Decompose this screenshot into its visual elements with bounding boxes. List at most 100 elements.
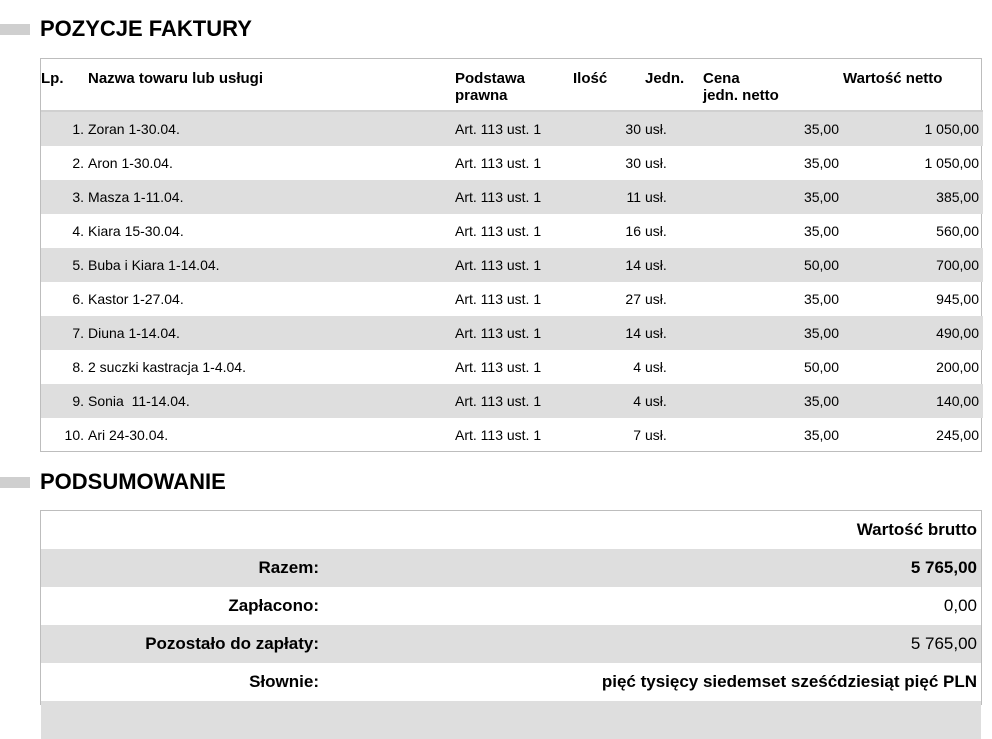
header-legal-basis-line2: prawna [455, 87, 508, 104]
cell-quantity: 14 [573, 248, 645, 282]
cell-legal-basis: Art. 113 ust. 1 [455, 427, 542, 443]
cell-name: Aron 1-30.04. [88, 155, 173, 171]
cell-name: 2 suczki kastracja 1-4.04. [88, 359, 246, 375]
table-row: 1. Zoran 1-30.04. Art. 113 ust. 1 30 usł… [41, 111, 983, 146]
cell-quantity: 4 [633, 359, 641, 375]
cell-quantity: 4 [573, 384, 645, 418]
cell-net-value: 140,00 [843, 384, 983, 418]
cell-net-value: 200,00 [936, 359, 979, 375]
cell-unit: usł. [645, 155, 667, 171]
cell-quantity: 14 [573, 316, 645, 350]
cell-lp: 3. [41, 180, 88, 214]
summary-words-row: Słownie: pięć tysięcy siedemset sześćdzi… [41, 663, 981, 701]
paid-label: Zapłacono: [228, 596, 319, 615]
cell-legal-basis: Art. 113 ust. 1 [455, 223, 542, 239]
invoice-items-table: Lp. Nazwa towaru lub usługi Podstawa pra… [41, 59, 983, 452]
cell-unit-price: 50,00 [803, 359, 839, 375]
cell-unit-price: 35,00 [803, 291, 839, 307]
cell-unit-price: 35,00 [703, 180, 843, 214]
cell-quantity: 11 [573, 180, 645, 214]
cell-lp: 10. [64, 427, 84, 443]
header-legal-basis: Podstawa prawna [455, 59, 573, 112]
header-unit: Jedn. [645, 59, 703, 112]
amount-in-words-value: pięć tysięcy siedemset sześćdziesiąt pię… [601, 672, 977, 691]
summary-total-row: Razem: 5 765,00 [41, 549, 981, 587]
header-unit-price-line1: Cena [703, 70, 740, 87]
cell-unit-price: 35,00 [703, 384, 843, 418]
total-label: Razem: [41, 549, 323, 587]
header-unit-price-line2: jedn. netto [703, 87, 779, 104]
cell-legal-basis: Art. 113 ust. 1 [455, 384, 573, 418]
summary-trailing-cell [323, 701, 981, 739]
cell-unit: usł. [645, 384, 703, 418]
cell-unit: usł. [645, 359, 667, 375]
summary-paid-row: Zapłacono: 0,00 [41, 587, 981, 625]
cell-quantity: 30 [573, 111, 645, 146]
cell-unit-price: 50,00 [703, 248, 843, 282]
cell-net-value: 560,00 [936, 223, 979, 239]
cell-quantity: 30 [625, 155, 641, 171]
cell-unit: usł. [645, 291, 667, 307]
cell-name: Masza 1-11.04. [88, 180, 455, 214]
cell-net-value: 1 050,00 [924, 155, 980, 171]
heading-bar-decoration [0, 23, 30, 35]
cell-net-value: 490,00 [843, 316, 983, 350]
remaining-label: Pozostało do zapłaty: [41, 625, 323, 663]
summary-section-heading: PODSUMOWANIE [0, 469, 226, 495]
summary-table-container: Wartość brutto Razem: 5 765,00 Zapłacono… [40, 510, 982, 739]
table-row: 4. Kiara 15-30.04. Art. 113 ust. 1 16 us… [41, 214, 983, 248]
cell-lp: 4. [72, 223, 84, 239]
cell-unit-price: 35,00 [803, 223, 839, 239]
cell-lp: 8. [72, 359, 84, 375]
cell-name: Buba i Kiara 1-14.04. [88, 248, 455, 282]
cell-legal-basis: Art. 113 ust. 1 [455, 248, 573, 282]
table-row: 9. Sonia 11-14.04. Art. 113 ust. 1 4 usł… [41, 384, 983, 418]
invoice-items-table-container: Lp. Nazwa towaru lub usługi Podstawa pra… [40, 58, 983, 452]
cell-unit: usł. [645, 111, 703, 146]
cell-legal-basis: Art. 113 ust. 1 [455, 180, 573, 214]
cell-unit-price: 35,00 [703, 316, 843, 350]
amount-in-words-label: Słownie: [249, 672, 319, 691]
summary-section-title: PODSUMOWANIE [40, 469, 226, 494]
cell-lp: 1. [41, 111, 88, 146]
table-row: 3. Masza 1-11.04. Art. 113 ust. 1 11 usł… [41, 180, 983, 214]
cell-lp: 5. [41, 248, 88, 282]
cell-net-value: 945,00 [936, 291, 979, 307]
summary-trailing-row [41, 701, 981, 739]
summary-header-row: Wartość brutto [41, 511, 981, 549]
items-section-heading: POZYCJE FAKTURY [0, 16, 252, 42]
table-header-row: Lp. Nazwa towaru lub usługi Podstawa pra… [41, 59, 983, 112]
cell-name: Diuna 1-14.04. [88, 316, 455, 350]
cell-quantity: 27 [625, 291, 641, 307]
table-row: 8. 2 suczki kastracja 1-4.04. Art. 113 u… [41, 350, 983, 384]
cell-unit: usł. [645, 180, 703, 214]
cell-unit: usł. [645, 427, 667, 443]
cell-unit: usł. [645, 248, 703, 282]
cell-quantity: 7 [633, 427, 641, 443]
header-lp: Lp. [41, 59, 88, 112]
table-row: 10. Ari 24-30.04. Art. 113 ust. 1 7 usł.… [41, 418, 983, 452]
cell-unit: usł. [645, 316, 703, 350]
cell-legal-basis: Art. 113 ust. 1 [455, 291, 542, 307]
remaining-value: 5 765,00 [323, 625, 981, 663]
gross-value-header: Wartość brutto [856, 520, 977, 539]
table-row: 2. Aron 1-30.04. Art. 113 ust. 1 30 usł.… [41, 146, 983, 180]
cell-unit-price: 35,00 [803, 155, 839, 171]
items-section-title: POZYCJE FAKTURY [40, 16, 252, 41]
cell-name: Ari 24-30.04. [88, 427, 169, 443]
cell-legal-basis: Art. 113 ust. 1 [455, 316, 573, 350]
cell-lp: 2. [72, 155, 84, 171]
paid-value: 0,00 [943, 596, 977, 615]
cell-lp: 6. [72, 291, 84, 307]
cell-net-value: 700,00 [843, 248, 983, 282]
cell-lp: 7. [41, 316, 88, 350]
heading-bar-decoration [0, 476, 30, 488]
cell-lp: 9. [41, 384, 88, 418]
header-quantity: Ilość [573, 59, 645, 112]
header-unit-price: Cena jedn. netto [703, 59, 843, 112]
header-name: Nazwa towaru lub usługi [88, 59, 455, 112]
summary-remaining-row: Pozostało do zapłaty: 5 765,00 [41, 625, 981, 663]
cell-unit-price: 35,00 [703, 111, 843, 146]
table-row: 5. Buba i Kiara 1-14.04. Art. 113 ust. 1… [41, 248, 983, 282]
cell-legal-basis: Art. 113 ust. 1 [455, 111, 573, 146]
